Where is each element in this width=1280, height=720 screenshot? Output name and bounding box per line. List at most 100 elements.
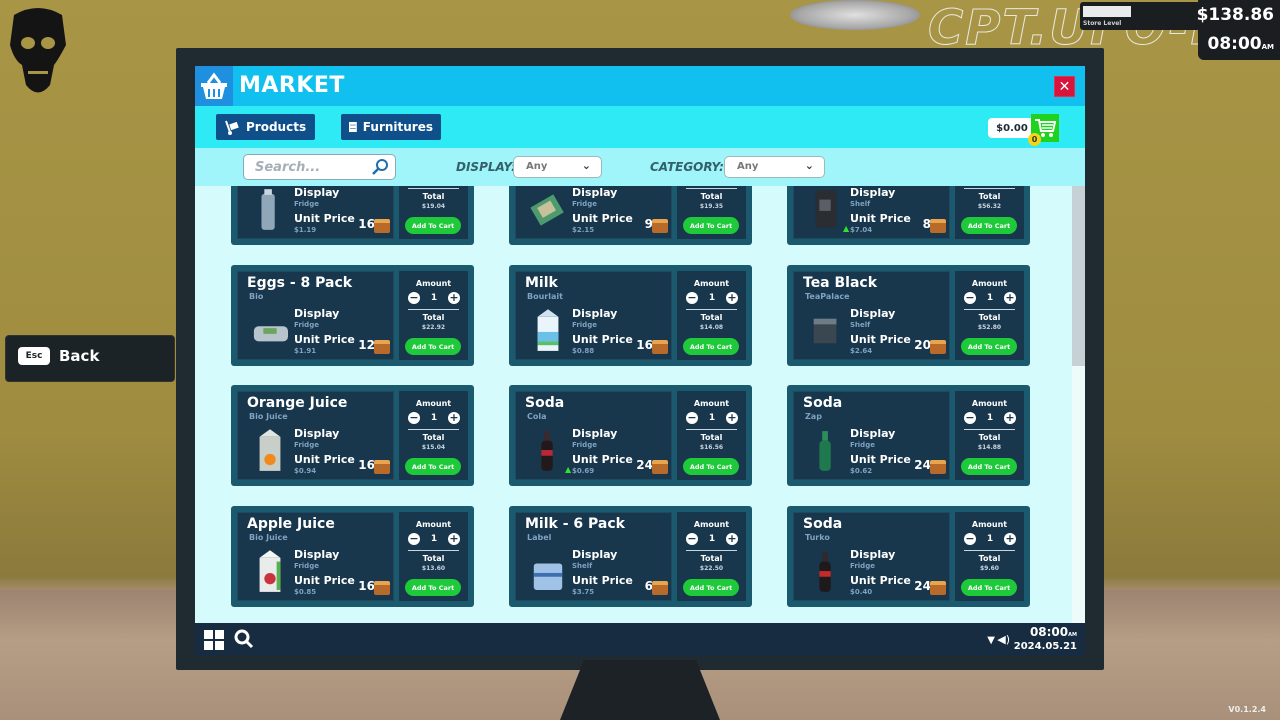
- decrease-button[interactable]: −: [964, 292, 976, 304]
- cardboard-box-icon: [374, 340, 390, 354]
- increase-button[interactable]: +: [1003, 533, 1016, 545]
- divider: [964, 550, 1015, 551]
- product-brand: Turko: [805, 533, 830, 542]
- unit-price-value: $0.62: [850, 467, 873, 475]
- decrease-button[interactable]: −: [408, 292, 420, 304]
- unit-price-label: Unit Price: [572, 333, 633, 346]
- cardboard-box-icon: [374, 581, 390, 595]
- quantity-stepper: − 1 +: [408, 291, 460, 305]
- product-info: Display Fridge Unit Price $2.15 9: [515, 186, 672, 239]
- decrease-button[interactable]: −: [964, 412, 976, 424]
- category-filter-select[interactable]: Any ⌄: [724, 156, 825, 178]
- purchase-panel: Amount − 1 + Total $9.60 Add To Cart: [955, 512, 1024, 601]
- product-info: Soda Cola Display Fridge Unit Price ▲ $0…: [515, 391, 672, 480]
- amount-label: Amount: [971, 279, 1008, 288]
- total-value: $19.35: [699, 203, 724, 210]
- amount-value: 1: [708, 413, 716, 423]
- monitor-stand: [560, 660, 720, 720]
- back-button[interactable]: Esc Back: [5, 335, 175, 382]
- increase-button[interactable]: +: [725, 412, 738, 424]
- product-image-cereal-bag: [815, 190, 837, 228]
- add-to-cart-button[interactable]: Add To Cart: [961, 217, 1017, 234]
- product-image-juice-carton-apple: [259, 550, 281, 592]
- display-label: Display: [850, 548, 896, 561]
- display-filter-select[interactable]: Any ⌄: [513, 156, 602, 178]
- scrollbar[interactable]: [1072, 186, 1085, 623]
- increase-button[interactable]: +: [447, 292, 460, 304]
- box-quantity: 20: [914, 338, 931, 352]
- decrease-button[interactable]: −: [964, 533, 976, 545]
- volume-icon[interactable]: ◀): [997, 633, 1010, 646]
- add-to-cart-button[interactable]: Add To Cart: [961, 338, 1017, 355]
- amount-label: Amount: [415, 520, 452, 529]
- box-quantity: 24: [636, 458, 653, 472]
- add-to-cart-button[interactable]: Add To Cart: [683, 579, 739, 596]
- search-icon[interactable]: [371, 158, 389, 176]
- add-to-cart-button[interactable]: Add To Cart: [405, 579, 461, 596]
- increase-button[interactable]: +: [725, 533, 738, 545]
- add-to-cart-button[interactable]: Add To Cart: [405, 338, 461, 355]
- cart-count-badge: 0: [1028, 133, 1041, 146]
- increase-button[interactable]: +: [447, 412, 460, 424]
- add-to-cart-button[interactable]: Add To Cart: [683, 338, 739, 355]
- divider: [964, 188, 1015, 189]
- display-label: Display: [294, 427, 340, 440]
- search-input[interactable]: Search...: [243, 154, 396, 180]
- cardboard-box-icon: [930, 340, 946, 354]
- add-to-cart-button[interactable]: Add To Cart: [961, 579, 1017, 596]
- purchase-panel: Amount − 1 + Total $14.08 Add To Cart: [677, 271, 746, 360]
- amount-label: Amount: [693, 399, 730, 408]
- tab-products[interactable]: Products: [216, 114, 315, 140]
- chevron-down-icon: ⌄: [804, 159, 814, 172]
- unit-price-value: $1.91: [294, 347, 317, 355]
- total-value: $14.08: [699, 324, 724, 331]
- quantity-stepper: − 1 +: [686, 411, 738, 425]
- amount-label: Amount: [415, 279, 452, 288]
- decrease-button[interactable]: −: [408, 412, 420, 424]
- scrollbar-thumb[interactable]: [1072, 186, 1085, 366]
- total-value: $19.04: [421, 203, 446, 210]
- product-name: Eggs - 8 Pack: [247, 275, 353, 291]
- display-value: Fridge: [572, 200, 597, 208]
- add-to-cart-button[interactable]: Add To Cart: [405, 458, 461, 475]
- cardboard-box-icon: [652, 581, 668, 595]
- product-brand: Bio: [249, 292, 264, 301]
- increase-button[interactable]: +: [725, 292, 738, 304]
- product-image-milk-carton: [537, 309, 559, 351]
- display-label: Display: [572, 427, 618, 440]
- start-menu-icon[interactable]: [204, 630, 224, 650]
- unit-price-label: Unit Price: [572, 453, 633, 466]
- amount-value: 1: [708, 293, 716, 303]
- display-value: Fridge: [294, 562, 319, 570]
- product-image-milk-6pack: [533, 563, 563, 590]
- product-name: Soda: [803, 395, 843, 411]
- add-to-cart-button[interactable]: Add To Cart: [405, 217, 461, 234]
- display-label: Display: [850, 186, 896, 199]
- product-name: Soda: [803, 516, 843, 532]
- product-info: Soda Zap Display Fridge Unit Price $0.62…: [793, 391, 950, 480]
- cardboard-box-icon: [930, 219, 946, 233]
- product-card: Display Fridge Unit Price $2.15 9 Amount…: [509, 186, 752, 245]
- increase-button[interactable]: +: [1003, 292, 1016, 304]
- increase-button[interactable]: +: [1003, 412, 1016, 424]
- decrease-button[interactable]: −: [686, 412, 698, 424]
- product-brand: Label: [527, 533, 552, 542]
- tab-bar: Products Furnitures $0.00 0: [195, 106, 1085, 148]
- add-to-cart-button[interactable]: Add To Cart: [961, 458, 1017, 475]
- increase-button[interactable]: +: [447, 533, 460, 545]
- category-filter-value: Any: [737, 161, 759, 172]
- decrease-button[interactable]: −: [408, 533, 420, 545]
- add-to-cart-button[interactable]: Add To Cart: [683, 217, 739, 234]
- close-button[interactable]: ✕: [1054, 76, 1075, 97]
- taskbar-search-icon[interactable]: [234, 629, 254, 649]
- divider: [408, 309, 459, 310]
- amount-value: 1: [986, 293, 994, 303]
- tab-furnitures[interactable]: Furnitures: [341, 114, 441, 140]
- decrease-button[interactable]: −: [686, 533, 698, 545]
- display-label: Display: [294, 186, 340, 199]
- purchase-panel: Amount − 1 + Total $14.88 Add To Cart: [955, 391, 1024, 480]
- product-card: Orange Juice Bio Juice Display Fridge Un…: [231, 385, 474, 486]
- add-to-cart-button[interactable]: Add To Cart: [683, 458, 739, 475]
- decrease-button[interactable]: −: [686, 292, 698, 304]
- display-filter-value: Any: [526, 161, 548, 172]
